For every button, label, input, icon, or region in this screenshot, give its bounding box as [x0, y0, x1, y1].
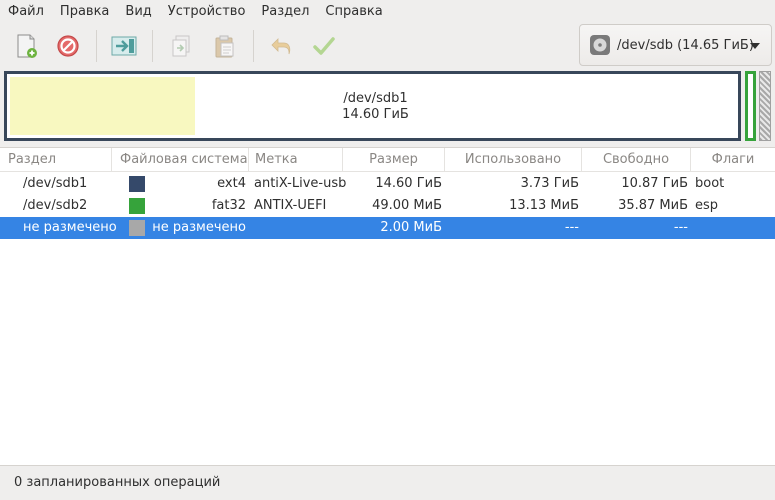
partition-table: Раздел Файловая система Метка Размер Исп… [0, 147, 775, 465]
resize-move-button[interactable] [108, 30, 140, 62]
device-selector-label: /dev/sdb (14.65 ГиБ) [617, 37, 754, 53]
filesystem-color-swatch [129, 176, 145, 192]
copy-button[interactable] [166, 30, 198, 62]
chevron-down-icon [750, 43, 760, 49]
cell-used: 13.13 МиБ [509, 198, 579, 213]
menu-file[interactable]: Файл [0, 0, 52, 24]
cell-label: ANTIX-UEFI [254, 198, 327, 213]
menu-help[interactable]: Справка [317, 0, 390, 24]
column-header-partition[interactable]: Раздел [0, 148, 112, 172]
table-row-selected[interactable]: не размечено не размечено 2.00 МиБ --- -… [0, 217, 775, 239]
new-partition-icon [17, 34, 37, 58]
cell-size: 2.00 МиБ [380, 220, 442, 235]
cell-flags: boot [695, 176, 725, 191]
cell-free: --- [673, 220, 688, 235]
toolbar-separator [152, 30, 153, 62]
device-selector[interactable]: /dev/sdb (14.65 ГиБ) [579, 24, 772, 66]
status-bar: 0 запланированных операций [0, 465, 775, 500]
toolbar-separator [253, 30, 254, 62]
delete-partition-button[interactable] [52, 30, 84, 62]
menubar: Файл Правка Вид Устройство Раздел Справк… [0, 0, 775, 24]
menu-view[interactable]: Вид [117, 0, 159, 24]
column-header-free[interactable]: Свободно [582, 148, 691, 172]
toolbar-separator [96, 30, 97, 62]
column-header-filesystem[interactable]: Файловая система [112, 148, 249, 172]
cell-filesystem: fat32 [211, 198, 246, 213]
cell-filesystem: ext4 [217, 176, 246, 191]
table-row[interactable]: /dev/sdb1 ext4 antiX-Live-usb 14.60 ГиБ … [0, 173, 775, 195]
column-header-flags[interactable]: Флаги [691, 148, 775, 172]
filesystem-color-swatch [129, 220, 145, 236]
partition-map-unallocated[interactable] [759, 71, 771, 141]
cell-label: antiX-Live-usb [254, 176, 347, 191]
table-row[interactable]: /dev/sdb2 fat32 ANTIX-UEFI 49.00 МиБ 13.… [0, 195, 775, 217]
column-header-used[interactable]: Использовано [445, 148, 582, 172]
menu-edit[interactable]: Правка [52, 0, 117, 24]
resize-move-icon [111, 36, 137, 56]
cell-flags: esp [695, 198, 719, 213]
cell-free: 10.87 ГиБ [621, 176, 688, 191]
column-header-label[interactable]: Метка [249, 148, 343, 172]
cell-size: 14.60 ГиБ [375, 176, 442, 191]
paste-icon [215, 35, 234, 58]
copy-icon [172, 35, 190, 57]
cell-free: 35.87 МиБ [618, 198, 688, 213]
paste-button[interactable] [209, 30, 241, 62]
cell-size: 49.00 МиБ [372, 198, 442, 213]
apply-icon [313, 37, 335, 55]
partition-map-name: /dev/sdb1 [343, 91, 408, 106]
undo-button[interactable] [265, 30, 297, 62]
undo-icon [271, 38, 291, 55]
partition-map-sdb1[interactable]: /dev/sdb1 14.60 ГиБ [4, 71, 741, 141]
menu-partition[interactable]: Раздел [253, 0, 317, 24]
cell-partition: /dev/sdb1 [23, 176, 88, 191]
disk-icon [590, 35, 610, 55]
filesystem-color-swatch [129, 198, 145, 214]
menu-device[interactable]: Устройство [160, 0, 254, 24]
cell-filesystem: не размечено [152, 220, 246, 235]
apply-button[interactable] [308, 30, 340, 62]
table-header: Раздел Файловая система Метка Размер Исп… [0, 148, 775, 172]
cell-partition: не размечено [23, 220, 117, 235]
new-partition-button[interactable] [10, 30, 42, 62]
partition-map-sdb2[interactable] [745, 71, 756, 141]
cell-used: 3.73 ГиБ [520, 176, 579, 191]
pending-operations-status: 0 запланированных операций [14, 475, 221, 490]
column-header-size[interactable]: Размер [343, 148, 445, 172]
cell-partition: /dev/sdb2 [23, 198, 88, 213]
partition-map-size: 14.60 ГиБ [342, 107, 409, 122]
delete-partition-icon [57, 35, 79, 57]
cell-used: --- [564, 220, 579, 235]
